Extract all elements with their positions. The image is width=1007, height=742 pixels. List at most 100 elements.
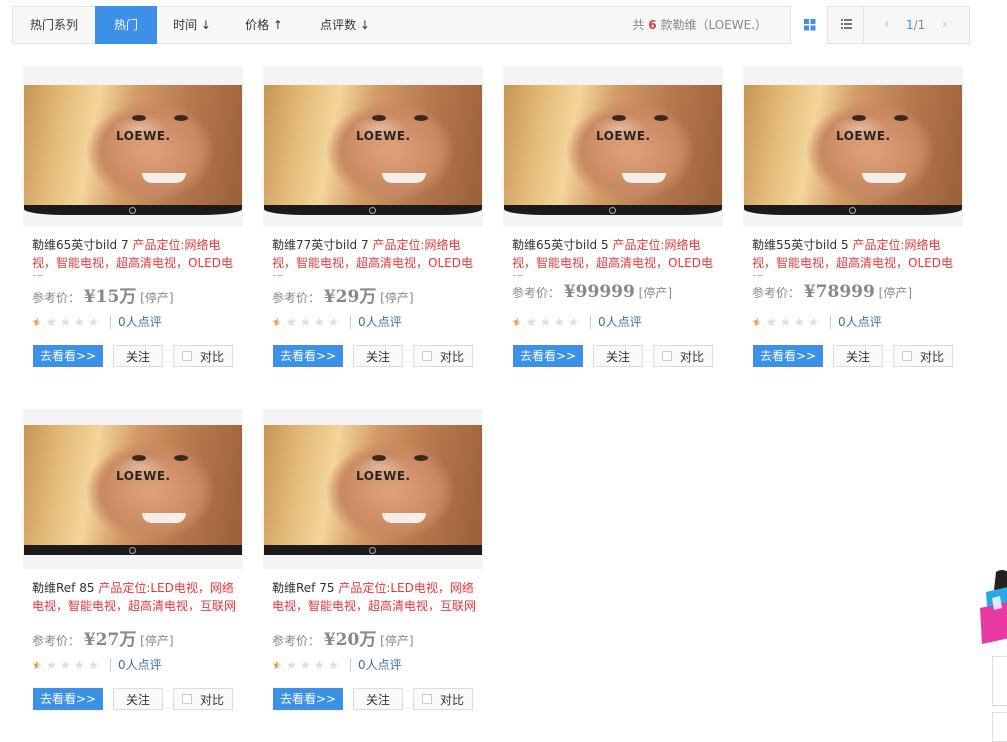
brand-logo: LOEWE. [116,469,171,483]
follow-button[interactable]: 关注 [113,688,163,710]
compare-label: 对比 [440,693,465,707]
compare-button[interactable]: 对比 [413,345,473,367]
brand-logo: LOEWE. [356,469,411,483]
smile-shape [862,173,906,183]
grid-view-icon [804,19,816,31]
follow-button[interactable]: 关注 [833,345,883,367]
compare-label: 对比 [200,693,225,707]
tv-screen: LOEWE. [24,425,242,545]
tab-sort-time[interactable]: 时间 ↓ [161,6,223,44]
product-image[interactable]: LOEWE. [23,409,243,569]
checkbox-icon[interactable] [182,351,192,361]
review-count-link[interactable]: 0人点评 [358,658,402,672]
follow-button[interactable]: 关注 [113,345,163,367]
star-icon: ★ [794,315,805,329]
compare-button[interactable]: 对比 [653,345,713,367]
product-card: LOEWE. 勒维77英寸bild 7 产品定位:网络电视，智能电视，超高清电视… [263,66,483,367]
price-value: ¥78999 [803,282,875,302]
chevron-right-icon[interactable]: › [942,7,947,43]
star-icon: ★ [752,315,763,329]
price-value: ¥99999 [563,282,635,302]
price-label: 参考价： [32,291,81,305]
product-card: LOEWE. 勒维65英寸bild 7 产品定位:网络电视，智能电视，超高清电视… [23,66,243,367]
list-view-button[interactable] [827,6,864,44]
product-image[interactable]: LOEWE. [23,66,243,226]
go-see-button[interactable]: 去看看>> [273,688,343,710]
divider [110,315,111,329]
product-name[interactable]: 勒维77英寸bild 7 [272,238,372,252]
checkbox-icon[interactable] [422,694,432,704]
tv-screen: LOEWE. [264,425,482,545]
compare-button[interactable]: 对比 [893,345,953,367]
star-icon: ★ [314,315,325,329]
checkbox-icon[interactable] [182,694,192,704]
review-count-link[interactable]: 0人点评 [598,315,642,329]
reference-price: 参考价： ¥15万 [停产] [32,282,174,307]
reference-price: 参考价： ¥78999 [停产] [752,282,912,302]
product-card: LOEWE. 勒维Ref 75 产品定位:LED电视，网络电视，智能电视，超高清… [263,409,483,710]
go-see-button[interactable]: 去看看>> [753,345,823,367]
product-image[interactable]: LOEWE. [503,66,723,226]
star-icon: ★ [808,315,819,329]
star-icon: ★ [540,315,551,329]
tab-sort-reviews[interactable]: 点评数 ↓ [309,6,381,44]
rating-stars: ★★★★★★ [272,659,342,671]
review-count-link[interactable]: 0人点评 [358,315,402,329]
go-see-button[interactable]: 去看看>> [273,345,343,367]
product-title[interactable]: 勒维65英寸bild 5 产品定位:网络电视，智能电视，超高清电视，OLED电视… [512,236,722,276]
compare-button[interactable]: 对比 [173,688,233,710]
eye-shape [654,115,668,121]
product-name[interactable]: 勒维55英寸bild 5 [752,238,852,252]
product-image[interactable]: LOEWE. [263,66,483,226]
go-see-button[interactable]: 去看看>> [513,345,583,367]
checkbox-icon[interactable] [422,351,432,361]
checkbox-icon[interactable] [662,351,672,361]
chevron-left-icon[interactable]: ‹ [884,7,889,43]
promo-float-badge[interactable] [978,568,1007,646]
product-image[interactable]: LOEWE. [743,66,963,226]
compare-button[interactable]: 对比 [413,688,473,710]
eye-shape [132,455,146,461]
result-summary: 共 6 款勒维（LOEWE.） [632,7,767,43]
product-title[interactable]: 勒维77英寸bild 7 产品定位:网络电视，智能电视，超高清电视，OLED电视… [272,236,482,276]
go-see-button[interactable]: 去看看>> [33,688,103,710]
star-icon: ★ [74,315,85,329]
follow-button[interactable]: 关注 [593,345,643,367]
eye-shape [132,115,146,121]
product-title[interactable]: 勒维Ref 75 产品定位:LED电视，网络电视，智能电视，超高清电视，互联网 [272,579,482,619]
review-count-link[interactable]: 0人点评 [118,315,162,329]
eye-shape [612,115,626,121]
float-side-button[interactable] [992,712,1007,742]
float-side-button[interactable] [992,656,1007,706]
list-view-icon [841,19,852,29]
tab-hot-series[interactable]: 热门系列 [13,6,95,44]
tv-screen: LOEWE. [24,85,242,205]
review-count-link[interactable]: 0人点评 [118,658,162,672]
total-pages: /1 [913,18,926,32]
review-count-link[interactable]: 0人点评 [838,315,882,329]
product-name[interactable]: 勒维65英寸bild 7 [32,238,132,252]
product-title[interactable]: 勒维Ref 85 产品定位:LED电视，网络电视，智能电视，超高清电视，互联网 [32,579,242,619]
grid-view-button[interactable] [790,6,827,44]
tab-sort-price[interactable]: 价格 ↑ [233,6,295,44]
product-name[interactable]: 勒维65英寸bild 5 [512,238,612,252]
product-card: LOEWE. 勒维65英寸bild 5 产品定位:网络电视，智能电视，超高清电视… [503,66,723,367]
price-label: 参考价： [512,286,561,300]
product-image[interactable]: LOEWE. [263,409,483,569]
product-title[interactable]: 勒维65英寸bild 7 产品定位:网络电视，智能电视，超高清电视，OLED电视… [32,236,242,276]
tab-hot[interactable]: 热门 [95,6,157,44]
product-name[interactable]: 勒维Ref 75 [272,581,338,595]
summary-suffix: 款勒维（LOEWE.） [660,18,767,32]
tv-button-icon [129,547,136,554]
follow-button[interactable]: 关注 [353,688,403,710]
product-name[interactable]: 勒维Ref 85 [32,581,98,595]
eye-shape [894,115,908,121]
checkbox-icon[interactable] [902,351,912,361]
reference-price: 参考价： ¥27万 [停产] [32,625,174,650]
go-see-button[interactable]: 去看看>> [33,345,103,367]
smile-shape [382,513,426,523]
product-title[interactable]: 勒维55英寸bild 5 产品定位:网络电视，智能电视，超高清电视，OLED电视… [752,236,962,276]
follow-button[interactable]: 关注 [353,345,403,367]
compare-button[interactable]: 对比 [173,345,233,367]
tv-screen: LOEWE. [504,85,722,205]
